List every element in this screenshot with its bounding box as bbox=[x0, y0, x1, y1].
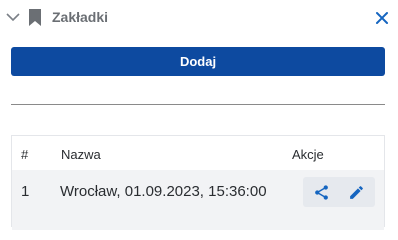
edit-icon[interactable] bbox=[348, 184, 365, 201]
row-name: Wrocław, 01.09.2023, 15:36:00 bbox=[60, 183, 267, 200]
header-index: # bbox=[21, 147, 29, 162]
share-icon[interactable] bbox=[313, 184, 330, 201]
panel-header: Zakładki bbox=[0, 0, 398, 36]
add-bookmark-button[interactable]: Dodaj bbox=[11, 47, 385, 76]
close-icon[interactable] bbox=[374, 10, 390, 26]
bookmarks-table: # Nazwa Akcje 1 Wrocław, 01.09.2023, 15:… bbox=[11, 135, 385, 230]
header-name: Nazwa bbox=[61, 147, 101, 162]
chevron-down-icon[interactable] bbox=[6, 12, 20, 22]
divider bbox=[11, 104, 385, 105]
row-actions bbox=[303, 177, 375, 207]
row-index: 1 bbox=[21, 183, 30, 200]
panel-title: Zakładki bbox=[52, 9, 109, 25]
table-row[interactable]: 1 Wrocław, 01.09.2023, 15:36:00 bbox=[12, 170, 384, 230]
header-actions: Akcje bbox=[292, 147, 324, 162]
bookmark-icon bbox=[29, 9, 41, 26]
